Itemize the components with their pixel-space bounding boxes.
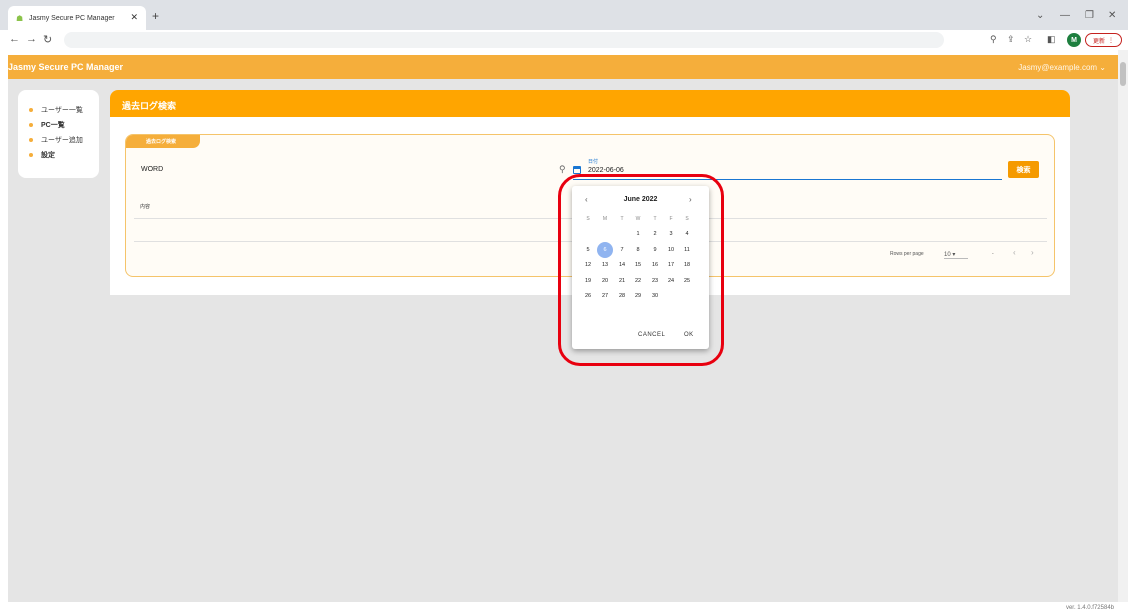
- rows-per-page-select[interactable]: 10 ▾: [944, 248, 968, 259]
- version-label: ver. 1.4.0.f72584b: [1065, 605, 1114, 611]
- page-range-text: -: [992, 251, 994, 257]
- search-button[interactable]: 検索: [1008, 161, 1039, 178]
- date-label: 日付: [588, 159, 599, 165]
- minimize-icon[interactable]: —: [1060, 10, 1070, 21]
- address-bar: ← → ↻ ⚲ ⇪ ☆ ◧ M 更新 ⋮: [0, 30, 1128, 50]
- window-close-icon[interactable]: ✕: [1108, 10, 1116, 21]
- jasmy-favicon-icon: ☗: [16, 13, 24, 23]
- profile-avatar[interactable]: M: [1067, 33, 1081, 47]
- search-icon: ⚲: [559, 164, 566, 174]
- bullet-icon: [29, 137, 33, 142]
- scrollbar-thumb[interactable]: [1120, 62, 1126, 86]
- chevron-down-icon: ⌄: [1099, 62, 1106, 72]
- bullet-icon: [29, 122, 33, 127]
- restore-icon[interactable]: ❐: [1085, 10, 1094, 21]
- browser-tab-bar: ☗ Jasmy Secure PC Manager ✕ + ⌄ — ❐ ✕: [0, 0, 1128, 30]
- update-button[interactable]: 更新 ⋮: [1085, 33, 1122, 47]
- browser-tab-title: Jasmy Secure PC Manager: [29, 14, 115, 22]
- url-input[interactable]: [64, 32, 944, 48]
- sidebar-item-label: ユーザー追加: [41, 136, 83, 144]
- reload-icon[interactable]: ↻: [43, 33, 52, 46]
- footer: ver. 1.4.0.f72584b: [0, 602, 1128, 615]
- dropdown-arrow-icon: ▾: [952, 252, 956, 258]
- more-menu-icon: ⋮: [1108, 37, 1114, 44]
- prev-page-icon[interactable]: ‹: [1013, 248, 1016, 257]
- zoom-icon[interactable]: ⚲: [990, 34, 997, 45]
- sidebar-item-pc-list[interactable]: PC一覧: [18, 117, 99, 132]
- word-field[interactable]: WORD: [141, 166, 163, 173]
- sidebar-item-label: 設定: [41, 151, 55, 159]
- sidebar-item-label: PC一覧: [41, 121, 65, 129]
- bullet-icon: [29, 107, 33, 112]
- user-menu[interactable]: Jasmy@example.com ⌄: [1018, 63, 1106, 72]
- share-icon[interactable]: ⇪: [1007, 34, 1015, 45]
- tab-search-icon[interactable]: ⌄: [1036, 10, 1044, 21]
- highlight-annotation: [558, 174, 724, 366]
- app-title: Jasmy Secure PC Manager: [8, 62, 124, 72]
- update-label: 更新: [1092, 38, 1105, 45]
- sidebar-item-user-list[interactable]: ユーザー一覧: [18, 102, 99, 117]
- next-page-icon[interactable]: ›: [1031, 248, 1034, 257]
- forward-icon[interactable]: →: [26, 33, 37, 45]
- app-header: Jasmy Secure PC Manager Jasmy@example.co…: [8, 55, 1118, 79]
- column-header-content: 内容: [140, 204, 151, 210]
- tab-close-icon[interactable]: ✕: [130, 12, 138, 23]
- bookmark-star-icon[interactable]: ☆: [1024, 34, 1032, 45]
- sidebar-item-add-user[interactable]: ユーザー追加: [18, 132, 99, 147]
- rows-per-page-value: 10: [944, 252, 951, 258]
- card-chip: 過去ログ検索: [126, 135, 200, 148]
- new-tab-icon[interactable]: +: [152, 9, 159, 23]
- bullet-icon: [29, 152, 33, 157]
- browser-tab[interactable]: ☗ Jasmy Secure PC Manager ✕: [8, 6, 146, 30]
- page-scrollbar[interactable]: [1118, 50, 1128, 615]
- side-panel-icon[interactable]: ◧: [1047, 34, 1056, 45]
- page-title: 過去ログ検索: [110, 90, 1070, 117]
- sidebar-item-label: ユーザー一覧: [41, 106, 83, 114]
- sidebar: ユーザー一覧 PC一覧 ユーザー追加 設定: [18, 90, 99, 178]
- user-email: Jasmy@example.com: [1018, 62, 1098, 72]
- rows-per-page-label: Rows per page: [890, 251, 924, 257]
- calendar-icon[interactable]: [573, 166, 581, 174]
- date-value: 2022-06-06: [588, 167, 624, 174]
- back-icon[interactable]: ←: [9, 33, 20, 45]
- sidebar-item-settings[interactable]: 設定: [18, 147, 99, 162]
